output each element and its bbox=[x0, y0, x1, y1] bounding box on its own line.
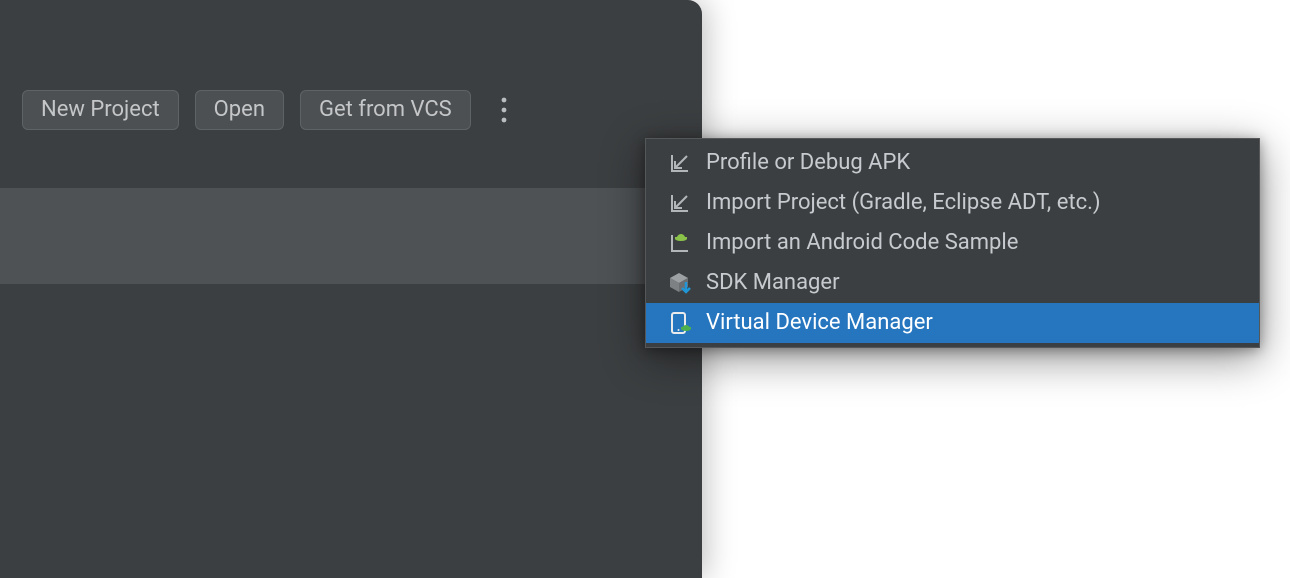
menu-item-import-project[interactable]: Import Project (Gradle, Eclipse ADT, etc… bbox=[646, 183, 1259, 223]
menu-item-label: SDK Manager bbox=[706, 269, 1239, 297]
toolbar: New Project Open Get from VCS bbox=[0, 80, 702, 140]
import-sample-icon bbox=[668, 231, 692, 255]
recent-project-item[interactable] bbox=[0, 188, 702, 284]
menu-item-virtual-device-manager[interactable]: Virtual Device Manager bbox=[646, 303, 1259, 343]
get-from-vcs-button[interactable]: Get from VCS bbox=[300, 90, 471, 130]
recent-projects-area bbox=[0, 188, 702, 284]
more-actions-menu: Profile or Debug APK Import Project (Gra… bbox=[645, 138, 1260, 348]
menu-item-import-sample[interactable]: Import an Android Code Sample bbox=[646, 223, 1259, 263]
menu-item-label: Profile or Debug APK bbox=[706, 149, 1239, 177]
import-arrow-icon bbox=[668, 151, 692, 175]
menu-item-label: Import an Android Code Sample bbox=[706, 229, 1239, 257]
menu-item-profile-debug-apk[interactable]: Profile or Debug APK bbox=[646, 143, 1259, 183]
sdk-box-icon bbox=[668, 271, 692, 295]
window-content: New Project Open Get from VCS bbox=[0, 0, 702, 578]
menu-item-label: Virtual Device Manager bbox=[706, 309, 1239, 337]
import-arrow-icon bbox=[668, 191, 692, 215]
menu-item-label: Import Project (Gradle, Eclipse ADT, etc… bbox=[706, 189, 1239, 217]
virtual-device-icon bbox=[668, 311, 692, 335]
more-actions-button[interactable] bbox=[493, 90, 515, 130]
open-button[interactable]: Open bbox=[195, 90, 284, 130]
more-vertical-icon bbox=[499, 96, 509, 124]
new-project-button[interactable]: New Project bbox=[22, 90, 179, 130]
welcome-window: New Project Open Get from VCS bbox=[0, 0, 702, 578]
titlebar-spacer bbox=[0, 0, 702, 80]
menu-item-sdk-manager[interactable]: SDK Manager bbox=[646, 263, 1259, 303]
